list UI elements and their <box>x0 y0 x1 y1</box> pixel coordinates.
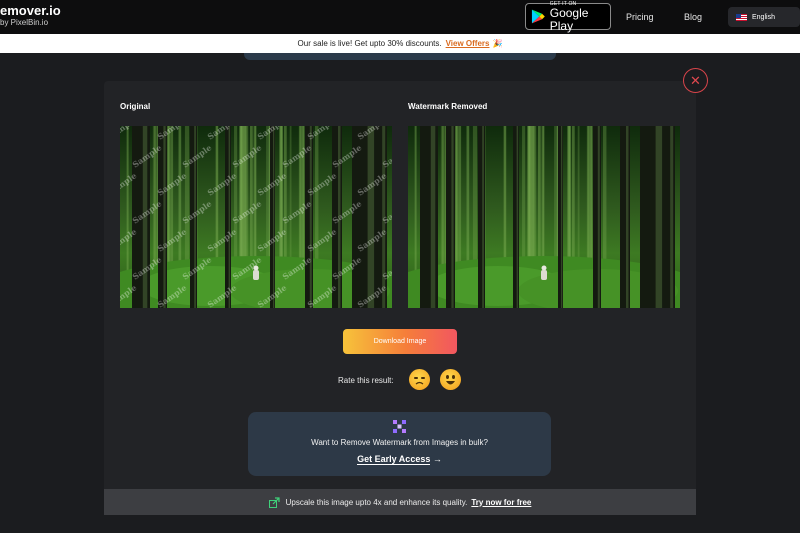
forest-image-original: Sample Sample Sample Sample SampleSample Samp… <box>120 126 392 308</box>
rate-label: Rate this result: <box>338 376 394 385</box>
brand-subtitle: by PixelBin.io <box>0 18 49 27</box>
store-badge-big-text: Google Play <box>549 5 589 33</box>
upscale-promo-bar: Upscale this image upto 4x and enhance i… <box>104 489 696 515</box>
google-play-icon <box>531 9 545 24</box>
arrow-right-icon: → <box>432 454 442 464</box>
sad-emoji-icon[interactable] <box>409 369 430 390</box>
nav-pricing[interactable]: Pricing <box>626 12 654 22</box>
get-early-access-link[interactable]: Get Early Access → <box>248 454 551 465</box>
sale-banner: Our sale is live! Get upto 30% discounts… <box>0 34 800 53</box>
try-now-link[interactable]: Try now for free <box>471 498 531 507</box>
close-button[interactable]: ✕ <box>683 68 708 93</box>
bulk-removal-card: Want to Remove Watermark from Images in … <box>248 412 551 476</box>
upscale-icon <box>268 496 280 508</box>
bulk-grid-icon <box>393 420 406 433</box>
view-offers-link[interactable]: View Offers <box>446 39 490 48</box>
original-label: Original <box>120 102 151 111</box>
bulk-description: Want to Remove Watermark from Images in … <box>311 438 488 447</box>
close-icon: ✕ <box>690 73 701 88</box>
watermark-removed-label: Watermark Removed <box>408 102 488 111</box>
nav-blog[interactable]: Blog <box>684 12 702 22</box>
get-early-access-label: Get Early Access <box>357 454 431 465</box>
us-flag-icon <box>736 13 747 21</box>
google-play-badge[interactable]: GET IT ON Google Play <box>525 1 611 33</box>
watermark-removed-image <box>408 126 680 308</box>
sale-banner-text: Our sale is live! Get upto 30% discounts… <box>297 39 442 48</box>
upscale-text: Upscale this image upto 4x and enhance i… <box>285 497 468 507</box>
party-popper-icon: 🎉 <box>492 39 503 48</box>
brand-logo[interactable]: emover.io by PixelBin.io <box>0 4 61 28</box>
language-label: English <box>752 13 775 21</box>
top-nav-bar: emover.io by PixelBin.io GET IT ON Googl… <box>0 0 800 34</box>
upload-box-edge <box>244 53 556 60</box>
language-selector[interactable]: English <box>728 7 800 27</box>
original-image: Sample Sample Sample Sample Sample Sample Samp… <box>120 126 392 308</box>
download-image-button[interactable]: Download Image <box>343 329 457 354</box>
happy-emoji-icon[interactable] <box>440 369 461 390</box>
forest-image-clean <box>408 126 680 308</box>
brand-title: emover.io <box>0 3 61 18</box>
